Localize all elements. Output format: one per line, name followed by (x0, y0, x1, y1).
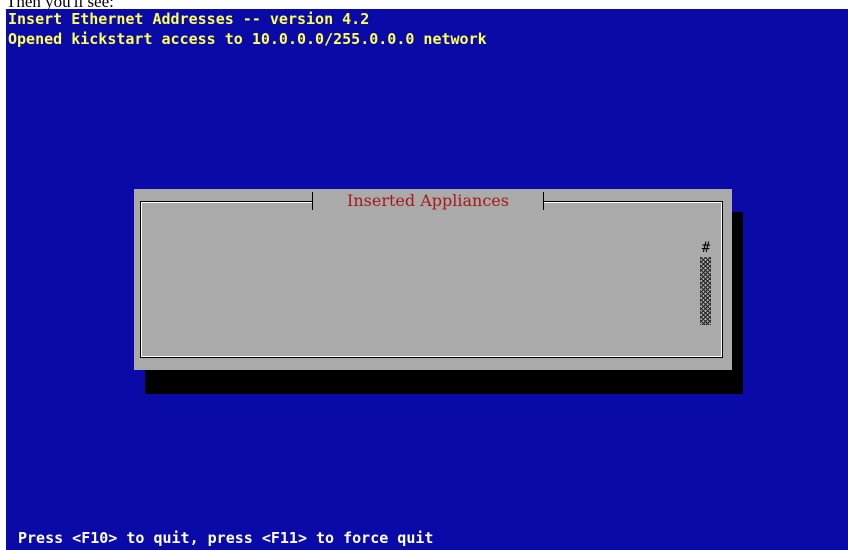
dialog-frame (140, 201, 723, 358)
inserted-appliances-dialog: Inserted Appliances # (134, 189, 732, 370)
document-caption: Then you'll see: (6, 0, 114, 9)
dialog-title: Inserted Appliances (312, 189, 544, 213)
scrollbar[interactable] (700, 257, 711, 325)
app-title: Insert Ethernet Addresses -- version 4.2 (8, 10, 370, 28)
key-help-footer: Press <F10> to quit, press <F11> to forc… (18, 529, 434, 547)
scroll-marker-icon: # (701, 240, 711, 256)
terminal-screen: Insert Ethernet Addresses -- version 4.2… (6, 9, 848, 550)
status-message: Opened kickstart access to 10.0.0.0/255.… (8, 30, 487, 48)
